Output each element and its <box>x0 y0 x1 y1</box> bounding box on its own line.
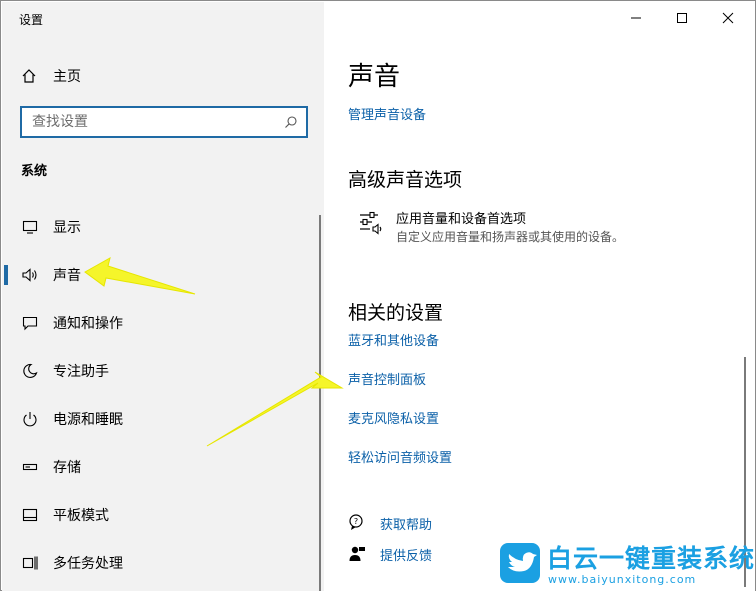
microphone-privacy-link[interactable]: 麦克风隐私设置 <box>348 408 439 427</box>
sidebar-item-sound[interactable]: 声音 <box>3 255 321 295</box>
give-feedback-label: 提供反馈 <box>380 548 433 564</box>
svg-text:?: ? <box>354 517 358 526</box>
sidebar-home[interactable]: 主页 <box>21 65 81 87</box>
sidebar-item-storage[interactable]: 存储 <box>3 447 321 487</box>
watermark-url: www.baiyunxitong.com <box>548 573 697 586</box>
notification-icon <box>21 314 39 332</box>
sidebar-item-label: 电源和睡眠 <box>53 412 123 428</box>
close-button[interactable] <box>705 2 751 34</box>
sidebar-item-tablet-mode[interactable]: 平板模式 <box>3 495 321 535</box>
search-box[interactable] <box>20 106 308 138</box>
speaker-icon <box>21 266 39 284</box>
sidebar-item-power[interactable]: 电源和睡眠 <box>3 399 321 439</box>
related-settings-heading: 相关的设置 <box>348 302 444 324</box>
minimize-icon <box>631 17 641 19</box>
sidebar-item-focus-assist[interactable]: 专注助手 <box>3 351 321 391</box>
sound-control-panel-link[interactable]: 声音控制面板 <box>348 369 426 388</box>
help-chat-icon: ? <box>349 514 363 530</box>
sidebar-item-label: 专注助手 <box>53 364 109 380</box>
section-label: 系统 <box>21 164 48 179</box>
app-volume-option[interactable]: 应用音量和设备首选项 自定义应用音量和扬声器或其使用的设备。 <box>358 208 748 248</box>
home-label: 主页 <box>53 69 81 85</box>
settings-window: 设置 主页 系统 显示 声音 <box>0 0 756 591</box>
sidebar-item-notifications[interactable]: 通知和操作 <box>3 303 321 343</box>
get-help-label: 获取帮助 <box>380 517 433 533</box>
manage-sound-devices-link[interactable]: 管理声音设备 <box>348 104 426 123</box>
get-help-link[interactable]: ? 获取帮助 <box>348 513 432 533</box>
monitor-icon <box>21 218 39 236</box>
sidebar-item-label: 显示 <box>53 220 81 236</box>
watermark-brand: 白云一键重装系统 <box>547 544 756 573</box>
ease-of-access-audio-link[interactable]: 轻松访问音频设置 <box>348 447 452 466</box>
search-icon[interactable] <box>284 115 298 129</box>
sidebar-item-label: 多任务处理 <box>53 556 123 572</box>
page-title: 声音 <box>348 62 401 92</box>
content-pane: 声音 管理声音设备 高级声音选项 应用音量和设备首选项 自定义应用音量和扬声器或… <box>324 2 755 591</box>
moon-icon <box>21 362 39 380</box>
sidebar-item-label: 通知和操作 <box>53 316 123 332</box>
sidebar-item-display[interactable]: 显示 <box>3 207 321 247</box>
advanced-sound-heading: 高级声音选项 <box>348 169 463 191</box>
feedback-icon <box>349 546 365 561</box>
window-title: 设置 <box>19 13 44 27</box>
mixer-icon <box>360 211 382 235</box>
maximize-icon <box>677 13 687 23</box>
bird-logo-icon <box>500 543 540 583</box>
app-volume-description: 自定义应用音量和扬声器或其使用的设备。 <box>396 230 625 244</box>
power-icon <box>21 410 39 428</box>
minimize-button[interactable] <box>613 2 659 34</box>
sidebar-item-label: 平板模式 <box>53 508 109 524</box>
maximize-button[interactable] <box>659 2 705 34</box>
sidebar-item-label: 声音 <box>53 268 81 284</box>
tablet-icon <box>21 506 39 524</box>
give-feedback-link[interactable]: 提供反馈 <box>348 544 432 564</box>
search-input[interactable] <box>22 114 272 130</box>
close-icon <box>722 12 734 24</box>
storage-icon <box>21 458 39 476</box>
sidebar-item-label: 存储 <box>53 460 81 476</box>
home-icon <box>22 69 36 83</box>
sidebar-item-multitasking[interactable]: 多任务处理 <box>3 543 321 583</box>
app-volume-title: 应用音量和设备首选项 <box>396 212 527 227</box>
sidebar-scrollbar[interactable] <box>319 215 321 591</box>
multitask-icon <box>21 554 39 572</box>
sidebar: 设置 主页 系统 显示 声音 <box>2 2 324 591</box>
bluetooth-devices-link[interactable]: 蓝牙和其他设备 <box>348 330 439 349</box>
watermark-logo: 白云一键重装系统 www.baiyunxitong.com <box>500 543 754 587</box>
